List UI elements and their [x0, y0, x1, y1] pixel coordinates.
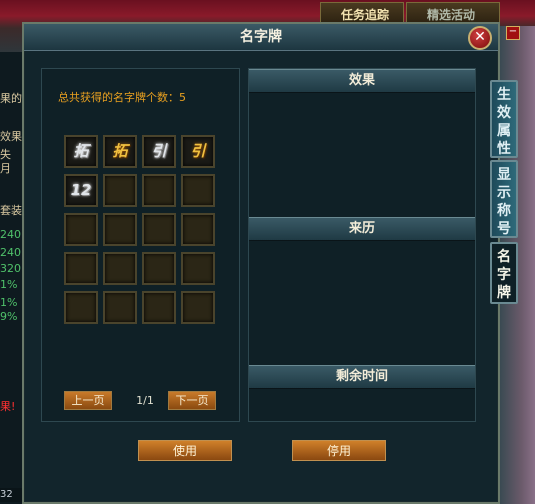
events-label: 精选活动: [427, 8, 476, 22]
card-count-label: 总共获得的名字牌个数：5: [58, 91, 186, 104]
card-slot[interactable]: [103, 291, 137, 324]
card-slot[interactable]: 拓: [103, 135, 137, 168]
page-indicator: 1/1: [136, 394, 154, 407]
pagination: 上一页 1/1 下一页: [64, 391, 224, 411]
tab-char: 字: [497, 267, 511, 283]
card-slot[interactable]: [142, 213, 176, 246]
origin-header: 来历: [249, 217, 475, 241]
card-slot[interactable]: [142, 252, 176, 285]
tab-char: 属: [497, 123, 511, 139]
prev-page-button[interactable]: 上一页: [64, 391, 112, 410]
tab-char: 名: [497, 249, 511, 265]
card-detail-panel: 效果 来历 剩余时间: [248, 68, 476, 422]
card-slot[interactable]: [103, 252, 137, 285]
card-slot[interactable]: [64, 291, 98, 324]
card-slot[interactable]: [181, 252, 215, 285]
use-button[interactable]: 使用: [138, 440, 232, 461]
card-slot[interactable]: [103, 213, 137, 246]
card-slot[interactable]: [181, 174, 215, 207]
card-slot[interactable]: [142, 174, 176, 207]
tab-char: 称: [497, 203, 511, 219]
dialog-titlebar[interactable]: 名字牌 ✕: [24, 24, 498, 51]
card-slot[interactable]: [64, 252, 98, 285]
remaining-time-header: 剩余时间: [249, 365, 475, 389]
card-slot[interactable]: [181, 291, 215, 324]
tab-char: 效: [497, 105, 511, 121]
tab-char: 性: [497, 141, 511, 157]
tab-char: 生: [497, 87, 511, 103]
collapse-icon[interactable]: −: [506, 26, 520, 40]
card-slot[interactable]: 拓: [64, 135, 98, 168]
tab-char: 示: [497, 185, 511, 201]
tab-active-attributes[interactable]: 生 效 属 性: [490, 80, 518, 158]
tab-show-title[interactable]: 显 示 称 号: [490, 160, 518, 238]
card-slot[interactable]: [64, 213, 98, 246]
tab-name-card[interactable]: 名 字 牌: [490, 242, 518, 304]
next-page-button[interactable]: 下一页: [168, 391, 216, 410]
name-card-icon: 拓: [73, 142, 89, 160]
tab-char: 显: [497, 167, 511, 183]
card-slot[interactable]: [142, 291, 176, 324]
stop-button[interactable]: 停用: [292, 440, 386, 461]
bottom-counter: 32: [0, 488, 22, 502]
card-slot[interactable]: [103, 174, 137, 207]
card-slot[interactable]: 引: [142, 135, 176, 168]
tab-char: 号: [497, 221, 511, 237]
close-icon[interactable]: ✕: [468, 26, 492, 50]
name-card-icon: 引: [151, 142, 167, 160]
name-card-dialog: 名字牌 ✕ 总共获得的名字牌个数：5 拓 拓 引 引 12 上一页 1/1 下一页 效果…: [22, 22, 500, 504]
tab-char: 牌: [497, 285, 511, 301]
dialog-title: 名字牌: [240, 29, 282, 45]
card-slot[interactable]: 12: [64, 174, 98, 207]
name-card-icon: 拓: [112, 142, 128, 160]
card-collection-panel: 总共获得的名字牌个数：5 拓 拓 引 引 12 上一页 1/1 下一页: [41, 68, 240, 422]
name-card-icon: 引: [190, 142, 206, 160]
card-slot[interactable]: [181, 213, 215, 246]
quest-tracker-label: 任务追踪: [341, 8, 390, 22]
effect-header: 效果: [249, 69, 475, 93]
card-slot[interactable]: 引: [181, 135, 215, 168]
name-card-icon: 12: [70, 181, 92, 199]
